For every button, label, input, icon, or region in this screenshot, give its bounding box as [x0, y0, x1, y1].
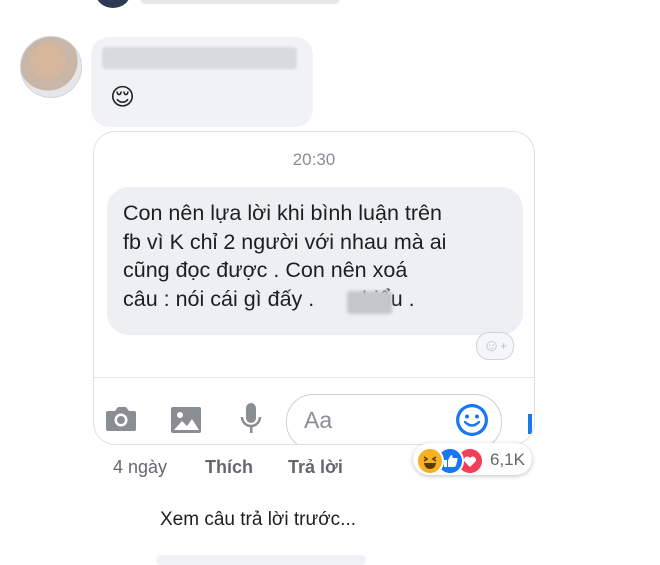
- camera-icon[interactable]: [104, 404, 138, 434]
- top-name-blurred: [140, 0, 340, 4]
- like-link[interactable]: Thích: [205, 457, 253, 478]
- top-avatar[interactable]: [96, 0, 130, 8]
- see-previous-replies-link[interactable]: Xem câu trả lời trước...: [160, 509, 356, 531]
- reaction-count: 6,1K: [490, 450, 525, 469]
- next-comment-bubble: [156, 555, 366, 565]
- reply-link[interactable]: Trả lời: [288, 457, 343, 478]
- add-reaction-button[interactable]: ☺+: [476, 332, 514, 360]
- message-line: fb vì K chỉ 2 người với nhau mà ai: [123, 229, 447, 254]
- composer-divider: [94, 377, 534, 378]
- commenter-avatar[interactable]: [20, 36, 82, 98]
- send-button-edge[interactable]: [528, 414, 532, 434]
- message-line: cũng đọc được . Con nên xoá: [123, 258, 408, 282]
- photo-icon[interactable]: [170, 405, 202, 435]
- commenter-name-blurred[interactable]: [102, 47, 297, 69]
- message-line: câu : nói cái gì đấy . hiểu .: [123, 286, 415, 311]
- haha-reaction-icon: [416, 447, 444, 475]
- relieved-emoji: 😌: [110, 84, 136, 111]
- message-text: Con nên lựa lời khi bình luận trên fb vì…: [123, 199, 513, 313]
- emoji-smile-icon[interactable]: [454, 402, 490, 438]
- plus-sign: +: [500, 339, 508, 353]
- mic-icon[interactable]: [240, 402, 262, 436]
- message-line: Con nên lựa lời khi bình luận trên: [123, 201, 442, 225]
- screenshot-card[interactable]: 20:30 Con nên lựa lời khi bình luận trên…: [93, 131, 535, 445]
- comment-time: 4 ngày: [113, 457, 168, 477]
- reactions-summary[interactable]: 6,1K: [413, 443, 532, 475]
- input-placeholder: Aa: [304, 407, 333, 433]
- smile-outline-icon: ☺: [482, 336, 501, 355]
- message-timestamp: 20:30: [292, 150, 336, 169]
- blurred-name-cover: [347, 291, 392, 314]
